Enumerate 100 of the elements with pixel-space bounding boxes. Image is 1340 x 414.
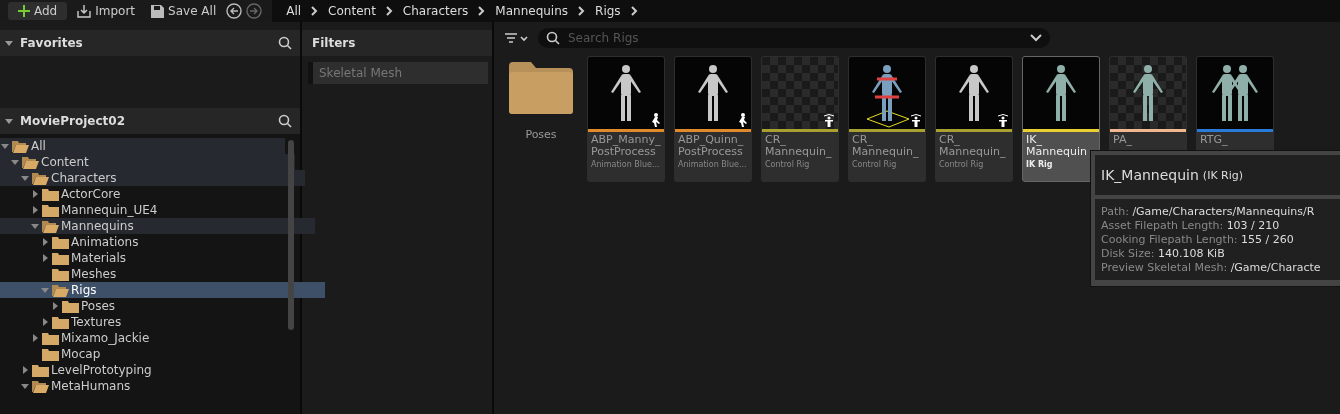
folder-tree-item[interactable]: Mannequins (0, 218, 315, 234)
standing-figure-icon (909, 113, 923, 127)
folder-tree-item[interactable]: Textures (0, 314, 325, 330)
collapse-arrow-icon[interactable] (4, 38, 14, 48)
two-mannequins-drawing (1212, 65, 1258, 121)
folder-icon (42, 331, 59, 345)
open-folder-icon (52, 283, 69, 297)
standing-figure-icon (822, 113, 836, 127)
folder-tree-item[interactable]: Mixamo_Jackie (0, 330, 315, 346)
tooltip-row-text: Preview Skeletal Mesh: /Game/Characte (1101, 261, 1322, 274)
folder-tree-item[interactable]: Mocap (0, 346, 315, 362)
mannequin-drawing (1046, 65, 1076, 121)
tooltip-row-text: Path: /Game/Characters/Mannequins/R (1101, 205, 1316, 218)
asset-name: IK_ (1026, 134, 1042, 146)
collapse-arrow-icon[interactable] (30, 221, 40, 231)
breadcrumb-link[interactable]: Rigs (591, 4, 625, 18)
mannequin-drawing (866, 65, 910, 128)
asset-tile[interactable]: IK_ Mannequin IK Rig (1022, 56, 1100, 182)
asset-name: PA_ (1113, 134, 1133, 146)
tooltip-row-text: Asset Filepath Length: 103 / 210 (1101, 219, 1281, 232)
asset-name: ABP_Manny_ (591, 134, 661, 146)
folder-icon (52, 315, 69, 329)
folder-tree-item[interactable]: LevelPrototyping (0, 362, 305, 378)
search-icon[interactable] (546, 31, 560, 45)
breadcrumb-link[interactable]: All (282, 4, 306, 18)
breadcrumb-link[interactable]: Characters (398, 4, 473, 18)
asset-tile[interactable]: CR_ Mannequin_ Control Rig (761, 56, 839, 182)
open-folder-icon (22, 155, 39, 169)
expand-arrow-icon[interactable] (20, 365, 30, 375)
folder-tree-item[interactable]: Rigs (0, 282, 325, 298)
folder-tree-item[interactable]: Content (0, 154, 295, 170)
asset-name: Mannequin_ (939, 146, 1007, 158)
search-bar[interactable]: Search Rigs (538, 28, 1050, 48)
save-all-button[interactable]: Save All (145, 2, 223, 20)
asset-type: IK Rig (1026, 160, 1054, 169)
asset-tile[interactable]: CR_ Mannequin_ Control Rig (848, 56, 926, 182)
asset-type: Animation Blue... (591, 160, 661, 169)
asset-name: PostProcess (591, 146, 657, 158)
asset-type: Animation Blue... (678, 160, 748, 169)
import-button[interactable]: Import (71, 2, 142, 20)
breadcrumb-link[interactable]: Mannequins (491, 4, 573, 18)
search-field[interactable]: Search Rigs (566, 30, 1024, 46)
folder-tree-item[interactable]: All (0, 138, 285, 154)
asset-tile[interactable]: ABP_Quinn_ PostProcess Animation Blue... (674, 56, 752, 182)
asset-type: Control Rig (939, 160, 985, 169)
mannequin-drawing (1133, 65, 1163, 121)
asset-name: PostProcess (678, 146, 745, 158)
folder-icon (42, 347, 59, 361)
tooltip-row-text: Disk Size: 140.108 KiB (1101, 247, 1226, 260)
dropdown-chevron-icon[interactable] (1030, 34, 1042, 42)
chevron-right-icon[interactable] (311, 6, 319, 16)
folder-tree-item[interactable]: Animations (0, 234, 325, 250)
asset-name: CR_ (765, 134, 786, 146)
asset-name: Mannequin_ (765, 146, 833, 158)
panel-title: MovieProject02 (20, 114, 127, 128)
asset-type: Control Rig (765, 160, 811, 169)
chevron-right-icon[interactable] (478, 6, 486, 16)
folder-icon (52, 251, 69, 265)
folder-icon[interactable] (509, 62, 573, 114)
collapse-arrow-icon[interactable] (20, 381, 30, 391)
folder-tree-item[interactable]: Materials (0, 250, 325, 266)
folder-tree-item[interactable]: Characters (0, 170, 305, 186)
standing-figure-icon (996, 113, 1010, 127)
scrollbar[interactable] (288, 140, 294, 330)
panel-title: Filters (302, 30, 492, 56)
asset-name: CR_ (939, 134, 960, 146)
folder-icon (32, 363, 49, 377)
mannequin-drawing (698, 65, 728, 121)
add-button[interactable]: Add (8, 2, 68, 20)
import-icon (77, 4, 92, 18)
search-icon[interactable] (278, 36, 292, 50)
asset-name: Mannequin (1026, 146, 1088, 158)
asset-tile[interactable]: ABP_Manny_ PostProcess Animation Blue... (587, 56, 665, 182)
mannequin-drawing (959, 65, 989, 121)
open-folder-icon (32, 379, 49, 393)
breadcrumb-link[interactable]: Content (324, 4, 380, 18)
search-icon[interactable] (278, 114, 292, 128)
folder-tree-item[interactable]: Poses (0, 298, 335, 314)
folder-tree-item[interactable]: ActorCore (0, 186, 315, 202)
collapse-arrow-icon[interactable] (4, 116, 14, 126)
asset-name: ABP_Quinn_ (678, 134, 745, 146)
asset-type: Control Rig (852, 160, 898, 169)
open-folder-icon (42, 219, 59, 233)
mannequin-drawing (611, 65, 641, 121)
panel-title: Favorites (20, 36, 84, 50)
filter-menu-icon[interactable] (504, 31, 530, 45)
folder-label: Poses (525, 128, 557, 141)
folder-tree-item[interactable]: Mannequin_UE4 (0, 202, 315, 218)
tooltip-row-text: Cooking Filepath Length: 155 / 260 (1101, 233, 1295, 246)
folder-tree-item[interactable]: MetaHumans (0, 378, 305, 394)
tooltip-kind: (IK Rig) (1202, 168, 1244, 182)
chevron-right-icon[interactable] (385, 6, 393, 16)
asset-name: Mannequin_ (852, 146, 920, 158)
folder-tree-item[interactable]: Meshes (0, 266, 325, 282)
asset-name: RTG_ (1200, 134, 1229, 146)
plus-icon (18, 5, 30, 17)
asset-name: CR_ (852, 134, 873, 146)
chevron-right-icon[interactable] (578, 6, 586, 16)
chevron-right-icon[interactable] (630, 6, 638, 16)
asset-tile[interactable]: CR_ Mannequin_ Control Rig (935, 56, 1013, 182)
